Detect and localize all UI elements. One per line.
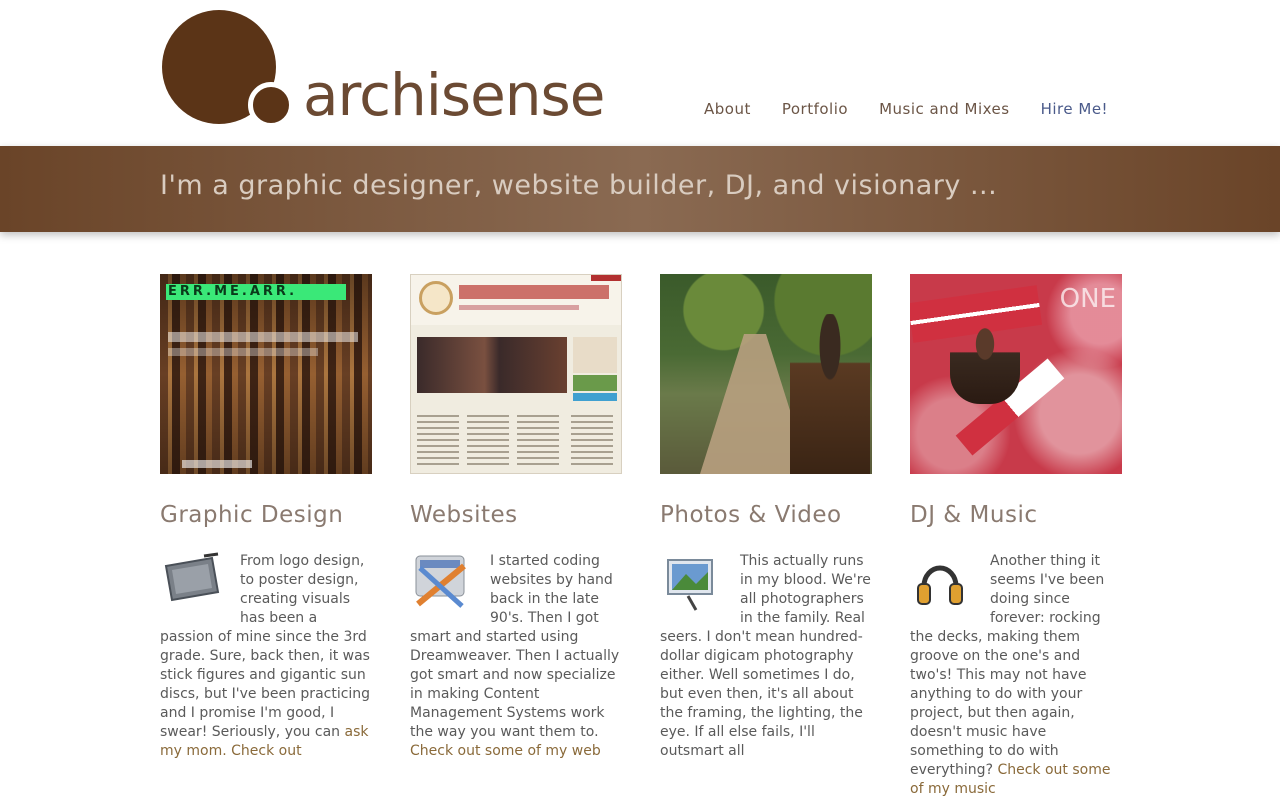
service-graphic-design: ERR.ME.ARR. Graphic Design From logo des… <box>160 274 372 761</box>
websites-thumbnail[interactable] <box>410 274 622 474</box>
nav-portfolio[interactable]: Portfolio <box>782 100 848 118</box>
graphic-design-thumbnail[interactable]: ERR.ME.ARR. <box>160 274 372 474</box>
logo-text: archisense <box>303 61 605 129</box>
thumb-text: ONE <box>1059 284 1116 314</box>
service-description: From logo design, to poster design, crea… <box>160 552 372 761</box>
service-dj-music: ONE DJ & Music Another thing it seems I'… <box>910 274 1122 799</box>
nav-hire-me[interactable]: Hire Me! <box>1041 100 1108 118</box>
service-photos-video: Photos & Video This actually runs in my … <box>660 274 872 761</box>
thumb-text: ERR.ME.ARR. <box>168 284 298 299</box>
services-grid: ERR.ME.ARR. Graphic Design From logo des… <box>160 274 1122 800</box>
nav-about[interactable]: About <box>704 100 751 118</box>
nav-music-and-mixes[interactable]: Music and Mixes <box>879 100 1010 118</box>
logo-circle-small <box>248 82 294 128</box>
service-description: Another thing it seems I've been doing s… <box>910 552 1122 799</box>
headphones-icon <box>910 552 982 612</box>
service-title: DJ & Music <box>910 502 1038 528</box>
site-header: archisense About Portfolio Music and Mix… <box>0 0 1280 146</box>
service-title: Photos & Video <box>660 502 842 528</box>
code-tools-icon <box>410 552 482 612</box>
photo-icon <box>660 552 732 612</box>
service-title: Graphic Design <box>160 502 344 528</box>
tagline-banner: I'm a graphic designer, website builder,… <box>0 146 1280 232</box>
dj-music-thumbnail[interactable]: ONE <box>910 274 1122 474</box>
tagline: I'm a graphic designer, website builder,… <box>160 170 998 201</box>
service-description: I started coding websites by hand back i… <box>410 552 622 761</box>
service-description: This actually runs in my blood. We're al… <box>660 552 872 761</box>
photos-video-thumbnail[interactable] <box>660 274 872 474</box>
site-logo[interactable]: archisense <box>160 8 620 132</box>
service-link[interactable]: Check out some of my web <box>410 743 601 759</box>
service-websites: Websites I started coding websites by ha… <box>410 274 622 761</box>
service-title: Websites <box>410 502 518 528</box>
tablet-pen-icon <box>160 552 232 612</box>
thumb-title-bar <box>459 285 609 299</box>
seal-icon <box>419 281 453 315</box>
main-nav: About Portfolio Music and Mixes Hire Me! <box>704 100 1108 118</box>
